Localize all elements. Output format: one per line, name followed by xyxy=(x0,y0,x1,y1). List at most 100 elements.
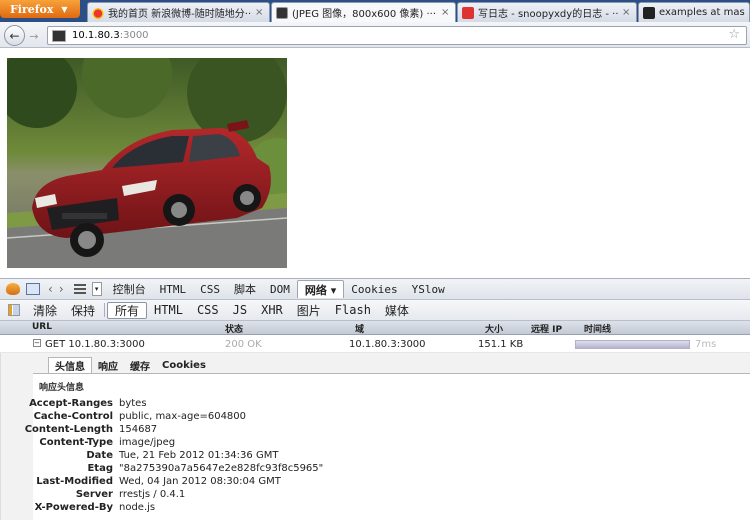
request-details: 头信息 响应 缓存 Cookies 响应头信息 Accept-Ranges by… xyxy=(0,353,750,520)
tab-css[interactable]: CSS xyxy=(193,280,227,298)
car-photo-illustration xyxy=(7,58,287,268)
chevron-left-icon[interactable]: ‹ xyxy=(48,282,53,296)
table-row[interactable]: − GET 10.1.80.3:3000 200 OK 10.1.80.3:30… xyxy=(0,336,750,353)
header-row: Accept-Ranges bytes xyxy=(29,398,733,411)
close-icon[interactable]: × xyxy=(622,7,632,18)
header-value: Tue, 21 Feb 2012 01:34:36 GMT xyxy=(119,450,279,461)
browser-tab-weibo[interactable]: 我的首页 新浪微博-随时随地分··· × xyxy=(87,2,270,22)
forward-button[interactable]: → xyxy=(27,29,41,43)
column-domain[interactable]: 域 xyxy=(355,322,364,335)
firefox-menu-button[interactable]: Firefox ▼ xyxy=(0,0,80,18)
filter-xhr-button[interactable]: XHR xyxy=(254,302,290,319)
net-panel-icon xyxy=(8,304,20,316)
column-remote-ip[interactable]: 远程 IP xyxy=(531,322,562,335)
tab-headers[interactable]: 头信息 xyxy=(48,357,92,373)
github-icon xyxy=(643,6,655,19)
browser-tab-bar: Firefox ▼ 我的首页 新浪微博-随时随地分··· × (JPEG 图像，… xyxy=(0,0,750,22)
tab-response[interactable]: 响应 xyxy=(92,357,124,373)
snoopy-icon xyxy=(462,6,474,19)
tab-yslow[interactable]: YSlow xyxy=(405,280,452,298)
header-value: public, max-age=604800 xyxy=(119,411,247,422)
tab-detail-cookies[interactable]: Cookies xyxy=(156,357,212,373)
chevron-right-icon[interactable]: › xyxy=(59,282,64,296)
tab-cookies[interactable]: Cookies xyxy=(344,280,404,298)
collapse-toggle-icon[interactable]: − xyxy=(33,339,41,347)
header-value: Wed, 04 Jan 2012 08:30:04 GMT xyxy=(119,476,281,487)
filter-js-button[interactable]: JS xyxy=(226,302,254,319)
persist-button[interactable]: 保持 xyxy=(64,302,102,319)
page-content xyxy=(0,49,750,277)
weibo-icon xyxy=(92,6,104,19)
net-column-header: URL 状态 域 大小 远程 IP 时间线 xyxy=(0,321,750,335)
header-row: Etag "8a275390a7a5647e2e828fc93f8c5965" xyxy=(33,463,733,476)
filter-images-button[interactable]: 图片 xyxy=(290,302,328,319)
header-value: node.js xyxy=(119,502,156,513)
close-icon[interactable]: × xyxy=(255,7,265,18)
column-timeline[interactable]: 时间线 xyxy=(584,322,611,335)
header-row: Date Tue, 21 Feb 2012 01:34:36 GMT xyxy=(33,450,733,463)
header-row: Cache-Control public, max-age=604800 xyxy=(33,411,733,424)
tab-console[interactable]: 控制台 xyxy=(106,280,153,298)
header-row: Content-Length 154687 xyxy=(25,424,733,437)
column-status[interactable]: 状态 xyxy=(225,322,243,335)
filter-media-button[interactable]: 媒体 xyxy=(378,302,416,319)
request-size: 151.1 KB xyxy=(478,339,524,350)
firebug-icon[interactable] xyxy=(6,283,20,295)
inspect-icon[interactable] xyxy=(26,283,40,295)
tab-html[interactable]: HTML xyxy=(153,280,194,298)
jpeg-icon xyxy=(276,6,288,19)
tab-title: 写日志 - snoopyxdy的日志 - ··· xyxy=(478,9,619,20)
tab-title: 我的首页 新浪微博-随时随地分··· xyxy=(108,9,252,20)
detail-tab-bar: 头信息 响应 缓存 Cookies xyxy=(48,357,212,373)
car-photo[interactable] xyxy=(7,58,287,268)
bookmark-star-icon[interactable]: ☆ xyxy=(728,27,740,42)
header-name: Server xyxy=(75,489,113,500)
request-timeline-bar xyxy=(575,340,690,349)
header-row: Server rrestjs / 0.4.1 xyxy=(33,489,733,502)
header-name: Last-Modified xyxy=(36,476,113,487)
url-bar[interactable]: 10.1.80.3:3000 ☆ xyxy=(47,26,747,45)
panel-menu-dropdown-icon[interactable]: ▾ xyxy=(91,282,102,296)
firefox-menu-label: Firefox xyxy=(10,2,54,16)
tab-net[interactable]: 网络 ▾ xyxy=(296,280,345,298)
toolbar-separator xyxy=(104,303,106,317)
request-time: 7ms xyxy=(695,339,717,350)
url-host: 10.1.80.3 xyxy=(72,30,120,41)
header-row: Last-Modified Wed, 04 Jan 2012 08:30:04 … xyxy=(33,476,733,489)
firebug-toolbar: ‹ › ▾ 控制台 HTML CSS 脚本 DOM 网络 ▾ Cookies Y… xyxy=(0,278,750,300)
filter-css-button[interactable]: CSS xyxy=(190,302,226,319)
headers-panel: 响应头信息 Accept-Ranges bytes Cache-Control … xyxy=(25,373,750,520)
request-domain: 10.1.80.3:3000 xyxy=(349,339,426,350)
header-name: Etag xyxy=(87,463,113,474)
clear-button[interactable]: 清除 xyxy=(26,302,64,319)
filter-flash-button[interactable]: Flash xyxy=(328,302,378,319)
panel-list-icon[interactable] xyxy=(73,284,86,294)
chevron-down-icon: ▼ xyxy=(61,4,68,14)
back-button[interactable]: ← xyxy=(4,25,25,46)
header-row: X-Powered-By node.js xyxy=(33,502,733,515)
header-name: Date xyxy=(86,450,113,461)
header-name: Content-Length xyxy=(24,424,113,435)
header-value: "8a275390a7a5647e2e828fc93f8c5965" xyxy=(119,463,324,474)
section-title: 响应头信息 xyxy=(39,383,85,393)
browser-tab-github[interactable]: examples at master xyxy=(638,2,750,22)
filter-all-button[interactable]: 所有 xyxy=(107,301,148,319)
navigation-toolbar: ← → 10.1.80.3:3000 ☆ xyxy=(0,22,750,48)
header-name: Accept-Ranges xyxy=(29,398,113,409)
request-url: GET 10.1.80.3:3000 xyxy=(45,339,145,350)
header-name: X-Powered-By xyxy=(34,502,113,513)
tab-dom[interactable]: DOM xyxy=(263,280,297,298)
browser-tab-jpeg[interactable]: (JPEG 图像，800x600 像素) ··· × xyxy=(271,2,456,22)
close-icon[interactable]: × xyxy=(441,7,451,18)
net-panel-toolbar: 清除 保持 所有 HTML CSS JS XHR 图片 Flash 媒体 xyxy=(0,300,750,321)
url-port: :3000 xyxy=(119,30,149,41)
filter-html-button[interactable]: HTML xyxy=(147,302,190,319)
tab-script[interactable]: 脚本 xyxy=(227,280,263,298)
column-size[interactable]: 大小 xyxy=(485,322,503,335)
header-value: image/jpeg xyxy=(119,437,176,448)
browser-tab-snoopy-blog[interactable]: 写日志 - snoopyxdy的日志 - ··· × xyxy=(457,2,637,22)
header-value: 154687 xyxy=(119,424,158,435)
header-name: Cache-Control xyxy=(33,411,113,422)
column-url[interactable]: URL xyxy=(32,322,52,332)
tab-cache[interactable]: 缓存 xyxy=(124,357,156,373)
